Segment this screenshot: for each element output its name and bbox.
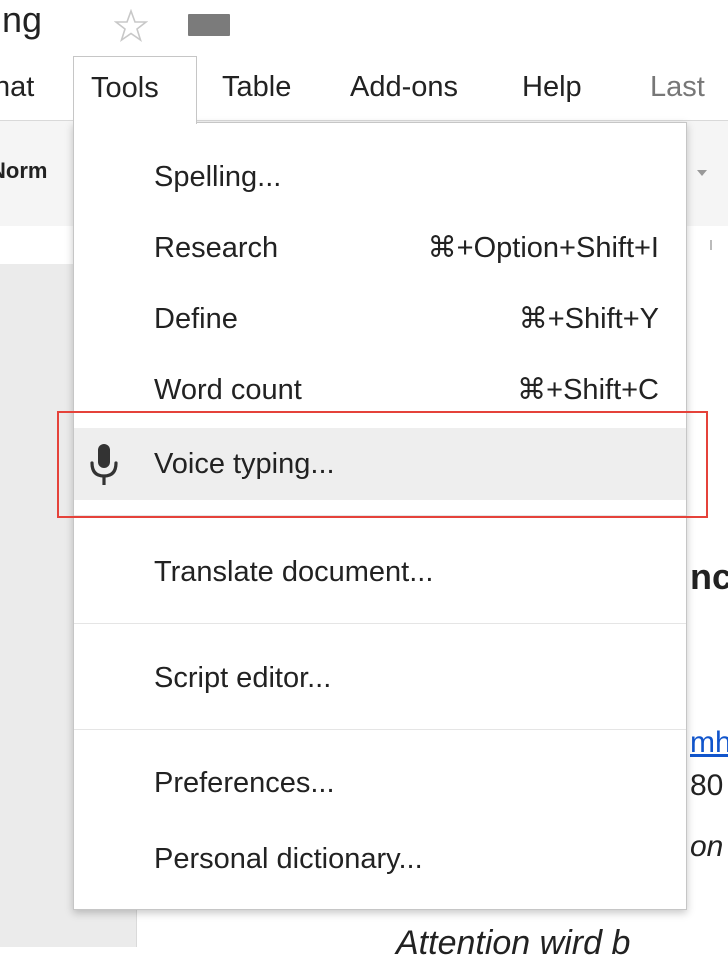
menubar: nat Tools Table Add-ons Help Last [0,56,728,124]
menu-separator [74,623,686,624]
last-edit-link[interactable]: Last [650,56,728,122]
menu-table[interactable]: Table [222,56,291,122]
document-text-fragment: 80 [690,769,724,802]
highlight-annotation [57,411,708,518]
menu-item-shortcut: ⌘+Option+Shift+I [427,232,659,264]
menu-item-shortcut: ⌘+Shift+Y [518,303,659,335]
menu-item-preferences[interactable]: Preferences... [74,747,686,819]
document-title[interactable]: ing [0,0,90,50]
menu-separator [74,729,686,730]
menu-item-research[interactable]: Research ⌘+Option+Shift+I [74,212,686,284]
star-icon[interactable] [114,9,148,43]
menu-item-label: Spelling... [154,161,282,193]
paragraph-style-select[interactable]: Norm [0,158,70,184]
document-heading-fragment: nc [690,556,728,597]
menu-format[interactable]: nat [0,56,62,122]
ruler-tick [710,240,712,250]
menu-addons[interactable]: Add-ons [350,56,458,122]
menu-item-personal-dictionary[interactable]: Personal dictionary... [74,823,686,895]
folder-icon[interactable] [188,14,230,36]
menu-help[interactable]: Help [522,56,582,122]
menu-item-label: Preferences... [154,767,335,799]
menu-item-define[interactable]: Define ⌘+Shift+Y [74,283,686,355]
document-link-fragment[interactable]: mh [690,726,728,760]
menu-tools[interactable]: Tools [73,56,197,124]
toolbar-dropdown-arrow-icon[interactable] [697,170,707,176]
menu-item-spelling[interactable]: Spelling... [74,141,686,213]
menu-item-label: Research [154,232,279,264]
document-body-fragment: Attention wird b [396,924,631,962]
menu-item-script-editor[interactable]: Script editor... [74,642,686,714]
document-italic-fragment: on [690,830,724,863]
menu-item-translate-document[interactable]: Translate document... [74,536,686,608]
menu-item-label: Script editor... [154,662,332,694]
menu-item-label: Personal dictionary... [154,843,423,875]
menu-item-label: Define [154,303,238,335]
menu-item-label: Translate document... [154,556,434,588]
